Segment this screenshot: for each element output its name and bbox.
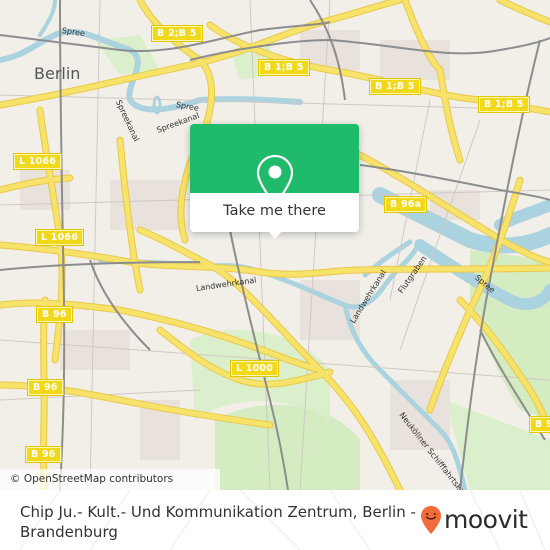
road-shield-b1-b5: B 1;B 5 bbox=[258, 59, 310, 76]
road-shield-b96a: B 96a bbox=[383, 196, 428, 213]
road-shield-b96: B 96 bbox=[25, 446, 62, 463]
road-shield-b96: B 9 bbox=[529, 416, 550, 433]
map-canvas[interactable]: Berlin B 2;B 5 B 1;B 5 B 1;B 5 B 1;B 5 L… bbox=[0, 0, 550, 490]
road-shield-b2-b5: B 2;B 5 bbox=[151, 25, 203, 42]
road-shield-b1-b5: B 1;B 5 bbox=[369, 78, 421, 95]
place-name: Chip Ju.- Kult.- Und Kommunikation Zentr… bbox=[20, 503, 416, 541]
moovit-wordmark: moovit bbox=[444, 505, 528, 534]
road-shield-l1066: L 1066 bbox=[12, 153, 63, 170]
road-shield-b1-b5: B 1;B 5 bbox=[478, 96, 530, 113]
map-attribution[interactable]: © OpenStreetMap contributors bbox=[0, 469, 220, 490]
moovit-pin-icon bbox=[421, 506, 441, 534]
location-popup[interactable]: Take me there bbox=[190, 124, 359, 239]
road-shield-b96: B 96 bbox=[27, 379, 64, 396]
popup-pointer bbox=[268, 231, 282, 239]
footer: Chip Ju.- Kult.- Und Kommunikation Zentr… bbox=[0, 490, 550, 550]
map-pin-icon bbox=[256, 154, 294, 206]
popup-header bbox=[190, 124, 359, 206]
moovit-logo[interactable]: moovit bbox=[420, 505, 528, 535]
road-shield-b96: B 96 bbox=[36, 306, 73, 323]
road-shield-l1000: L 1000 bbox=[229, 360, 280, 377]
road-shield-l1066: L 1066 bbox=[34, 229, 85, 246]
city-label-berlin: Berlin bbox=[34, 64, 81, 83]
